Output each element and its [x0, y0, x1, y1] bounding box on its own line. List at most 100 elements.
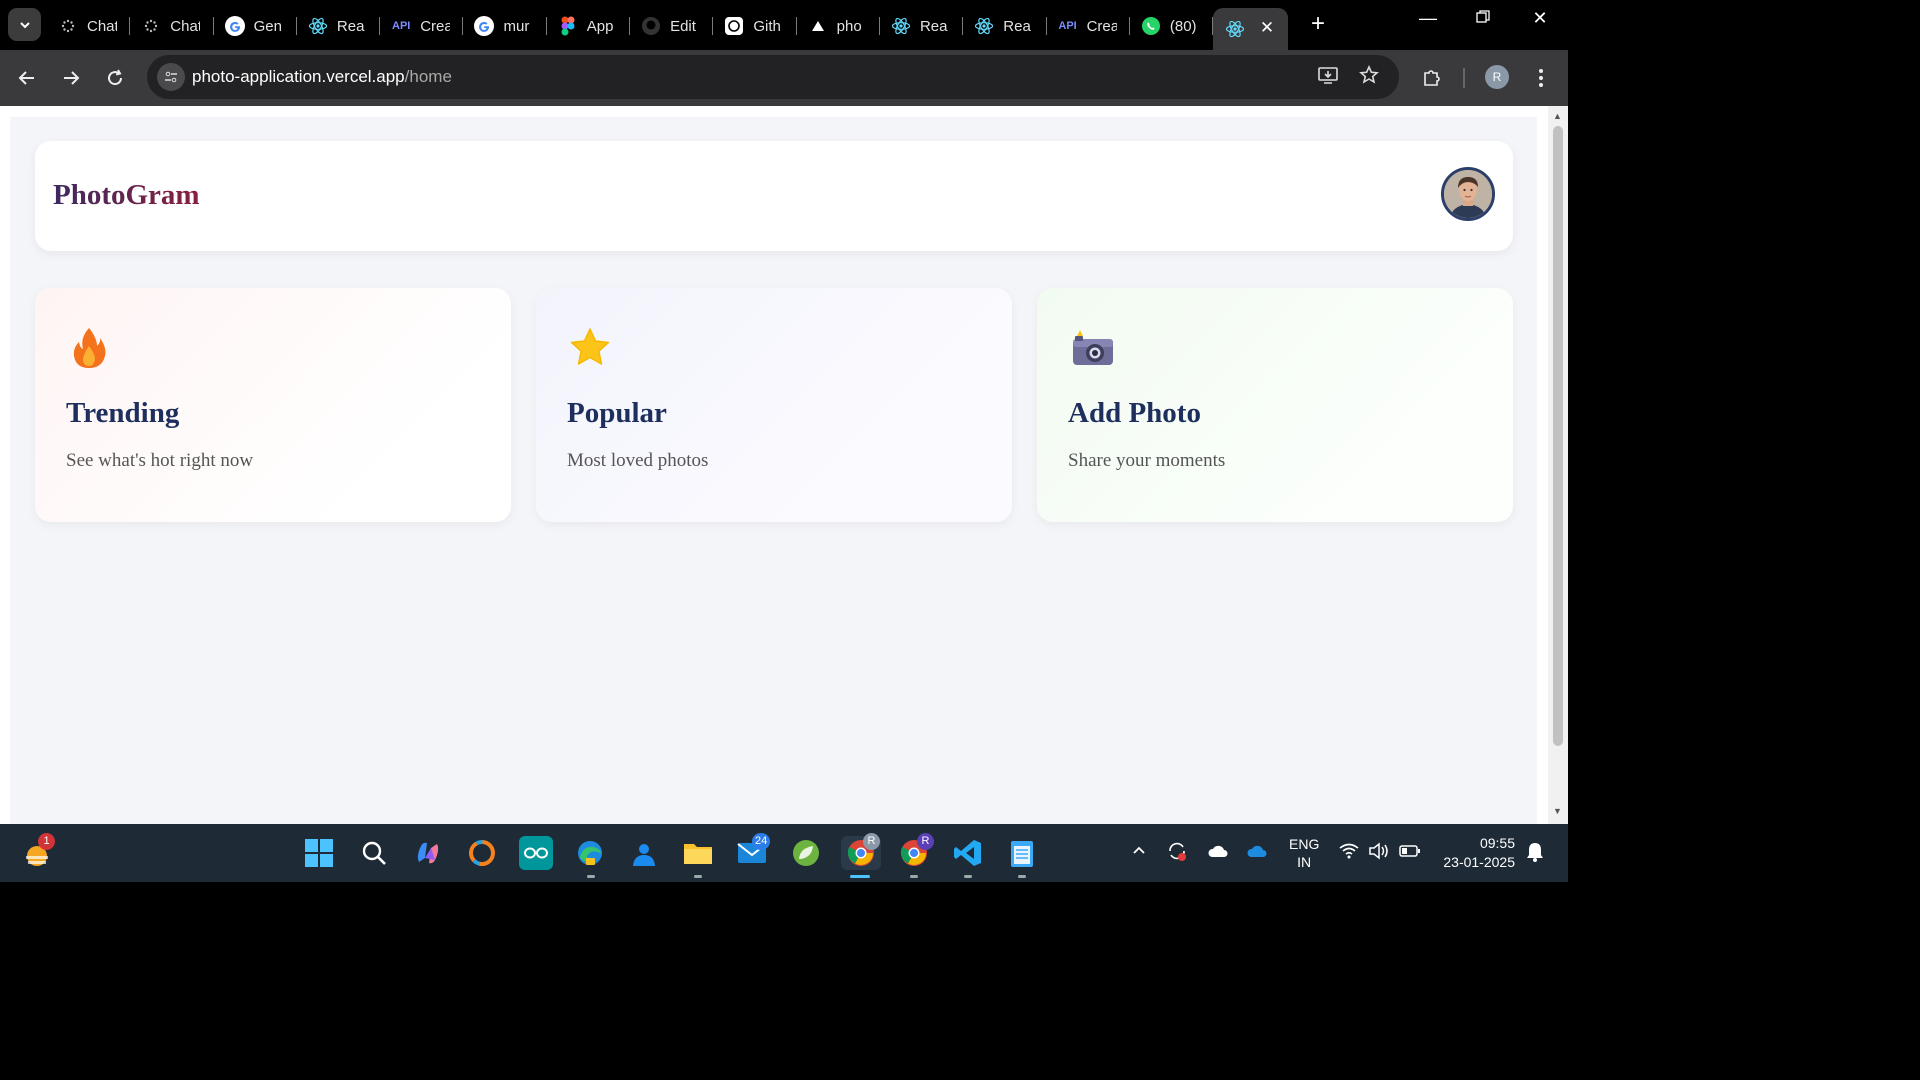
- react-icon: [1225, 19, 1245, 39]
- running-indicator: [694, 875, 702, 878]
- add-photo-card[interactable]: Add Photo Share your moments: [1037, 288, 1513, 522]
- leaf-icon: [793, 840, 819, 866]
- onedrive-personal-icon[interactable]: [1207, 844, 1229, 862]
- minimize-button[interactable]: —: [1413, 8, 1443, 29]
- restore-button[interactable]: [1468, 8, 1498, 29]
- url-text[interactable]: photo-application.vercel.app/home: [192, 67, 452, 87]
- star-icon: [568, 326, 612, 370]
- tab-list: Chat Chat Gen Rea API Crea mur App Edit: [47, 8, 1289, 50]
- clock-time: 09:55: [1479, 835, 1515, 851]
- card-title: Popular: [567, 397, 667, 429]
- start-button[interactable]: [302, 836, 336, 870]
- search-button[interactable]: [357, 836, 391, 870]
- running-indicator: [964, 875, 972, 878]
- app-circle-icon[interactable]: [465, 836, 499, 870]
- forward-button[interactable]: [57, 64, 85, 92]
- spring-tool-app[interactable]: [789, 836, 823, 870]
- vscode-app[interactable]: [951, 836, 985, 870]
- brand-logo[interactable]: PhotoGram: [53, 179, 200, 212]
- tab-title: Edit: [670, 17, 696, 35]
- vscode-icon: [954, 840, 981, 866]
- windows-logo-icon: [305, 839, 333, 867]
- volume-icon[interactable]: [1368, 842, 1390, 864]
- tab-google-2[interactable]: mur: [463, 8, 548, 44]
- chatgpt-icon: [141, 16, 161, 36]
- address-bar[interactable]: photo-application.vercel.app/home: [147, 55, 1399, 99]
- page-viewport: PhotoGram Trending See what's hot right …: [0, 106, 1568, 824]
- app-header: PhotoGram: [35, 141, 1513, 251]
- file-explorer-app[interactable]: [681, 836, 715, 870]
- scroll-up-arrow-icon[interactable]: ▲: [1553, 111, 1562, 121]
- react-icon: [974, 16, 994, 36]
- arrow-right-icon: [64, 71, 80, 85]
- tab-title: pho: [836, 17, 862, 35]
- site-info-icon[interactable]: [157, 63, 185, 91]
- store-icon: [633, 844, 655, 866]
- close-window-button[interactable]: ✕: [1525, 8, 1555, 29]
- wifi-icon[interactable]: [1339, 843, 1359, 863]
- tab-whatsapp[interactable]: (80): [1130, 8, 1214, 44]
- arduino-app[interactable]: [519, 836, 553, 870]
- tab-vercel[interactable]: pho: [797, 8, 881, 44]
- card-description: Most loved photos: [567, 450, 709, 471]
- copilot-app[interactable]: [411, 836, 445, 870]
- browser-tab-strip: Chat Chat Gen Rea API Crea mur App Edit: [0, 0, 1568, 50]
- arduino-icon: [524, 847, 548, 859]
- new-tab-button[interactable]: +: [1306, 10, 1330, 38]
- running-indicator: [910, 875, 918, 878]
- battery-icon[interactable]: [1399, 844, 1421, 862]
- clock[interactable]: 09:55 23-01-2025: [1437, 834, 1515, 872]
- openai-icon: [724, 16, 744, 36]
- store-app[interactable]: [627, 836, 661, 870]
- card-title: Trending: [66, 397, 180, 429]
- tab-openai[interactable]: Gith: [713, 8, 797, 44]
- tab-title: mur: [503, 17, 530, 35]
- tab-chatgpt-1[interactable]: Chat: [47, 8, 131, 44]
- close-tab-icon[interactable]: ✕: [1260, 18, 1274, 38]
- notifications-icon[interactable]: [1525, 841, 1545, 867]
- notification-badge: 1: [38, 833, 55, 850]
- edge-icon: [578, 841, 602, 865]
- react-icon: [891, 16, 911, 36]
- notepad-app[interactable]: [1005, 836, 1039, 870]
- edge-app[interactable]: [573, 836, 607, 870]
- show-hidden-icons-button[interactable]: [1131, 842, 1147, 862]
- card-description: Share your moments: [1068, 450, 1226, 471]
- extensions-button[interactable]: [1418, 64, 1446, 92]
- api-icon: API: [392, 20, 411, 32]
- tab-react-3[interactable]: Rea: [963, 8, 1047, 44]
- tab-api-1[interactable]: API Crea: [380, 8, 464, 44]
- url-host: photo-application.vercel.app: [192, 67, 405, 86]
- tab-chatgpt-2[interactable]: Chat: [130, 8, 214, 44]
- tab-figma[interactable]: App: [547, 8, 631, 44]
- tab-google-1[interactable]: Gen: [214, 8, 298, 44]
- chrome-profile-badge: R: [917, 833, 934, 850]
- vertical-scrollbar[interactable]: ▲ ▼: [1548, 106, 1568, 824]
- language-indicator[interactable]: ENG IN: [1289, 835, 1319, 871]
- tab-api-2[interactable]: API Crea: [1047, 8, 1131, 44]
- bookmark-star-icon[interactable]: [1359, 65, 1379, 91]
- tab-title: Gith: [753, 17, 781, 35]
- running-indicator: [587, 875, 595, 878]
- trending-card[interactable]: Trending See what's hot right now: [35, 288, 511, 522]
- arrow-left-icon: [18, 71, 34, 85]
- reload-button[interactable]: [101, 64, 129, 92]
- tab-title: Rea: [336, 17, 365, 35]
- profile-avatar[interactable]: R: [1485, 65, 1509, 89]
- back-button[interactable]: [13, 64, 41, 92]
- tab-search-button[interactable]: [8, 8, 41, 41]
- menu-button[interactable]: [1527, 64, 1555, 92]
- onedrive-icon[interactable]: [1246, 844, 1268, 862]
- install-app-icon[interactable]: [1318, 65, 1338, 91]
- scrollbar-thumb[interactable]: [1553, 126, 1563, 746]
- vercel-icon: [808, 16, 828, 36]
- popular-card[interactable]: Popular Most loved photos: [536, 288, 1012, 522]
- tab-react-1[interactable]: Rea: [297, 8, 381, 44]
- sync-icon[interactable]: [1166, 840, 1188, 866]
- user-avatar[interactable]: [1441, 167, 1495, 221]
- tab-react-2[interactable]: Rea: [880, 8, 964, 44]
- tab-github[interactable]: Edit: [630, 8, 714, 44]
- tab-active[interactable]: ✕: [1213, 8, 1289, 50]
- scroll-down-arrow-icon[interactable]: ▼: [1553, 806, 1562, 816]
- url-path: /home: [404, 67, 452, 86]
